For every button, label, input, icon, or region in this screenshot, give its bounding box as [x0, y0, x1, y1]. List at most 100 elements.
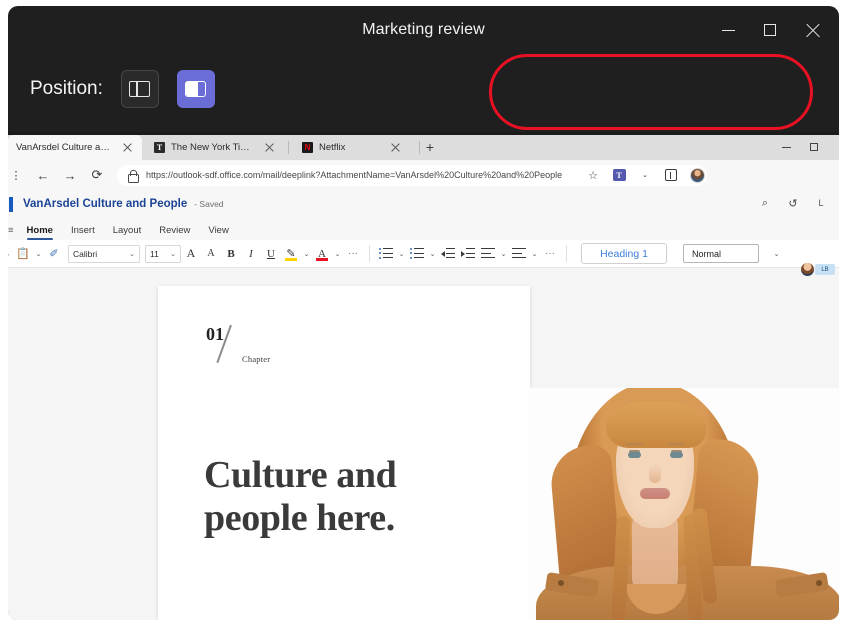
font-name-value: Calibri [73, 249, 97, 259]
style-gallery-heading1[interactable]: Heading 1 [581, 243, 667, 264]
profile-avatar[interactable] [685, 164, 709, 186]
highlight-chevron-down-icon[interactable]: ⌄ [301, 243, 312, 265]
clipboard-chevron-down-icon[interactable]: ⌄ [33, 243, 44, 265]
nyt-icon: T [154, 142, 165, 153]
minimize-button[interactable] [707, 12, 749, 48]
decrease-indent-icon[interactable] [438, 243, 458, 265]
font-size-input[interactable]: 11 ⌄ [145, 245, 181, 263]
collections-icon[interactable] [659, 164, 683, 186]
tab-review[interactable]: Review [150, 225, 199, 240]
presence-badge: LB [815, 264, 835, 275]
url-text: https://outlook-sdf.office.com/mail/deep… [146, 170, 562, 180]
new-tab-button[interactable]: + [422, 140, 438, 156]
bulleted-list-icon[interactable] [376, 243, 396, 265]
version-history-icon[interactable]: ↺ [785, 194, 801, 212]
position-option-fill-left[interactable] [177, 70, 215, 108]
chapter-marker: 01 Chapter [206, 324, 326, 372]
nose-shape [649, 464, 661, 483]
lips-shape [640, 488, 670, 499]
browser-minimize-button[interactable] [773, 136, 799, 158]
grow-font-button[interactable]: A [181, 243, 201, 265]
highlight-pen-icon[interactable]: ✎ [281, 243, 301, 265]
position-label: Position: [30, 78, 103, 100]
font-name-input[interactable]: Calibri ⌄ [68, 245, 140, 263]
numbering-chevron-down-icon[interactable]: ⌄ [427, 243, 438, 265]
lock-icon [127, 170, 138, 181]
hair-bangs-shape [606, 402, 706, 448]
document-title[interactable]: VanArsdel Culture and People [23, 198, 187, 210]
line-spacing-icon[interactable] [509, 243, 529, 265]
font-color-icon[interactable]: A [312, 243, 332, 265]
close-icon[interactable] [121, 141, 134, 154]
position-option-split[interactable] [121, 70, 159, 108]
style-chevron-down-icon[interactable]: ⌄ [771, 243, 782, 265]
tab-title: The New York Times [171, 142, 255, 153]
browser-tab-netflix[interactable]: N Netflix [294, 135, 416, 160]
close-button[interactable] [791, 12, 833, 48]
tab-layout[interactable]: Layout [104, 225, 151, 240]
tab-home[interactable]: Home [18, 225, 62, 240]
avatar [801, 263, 814, 276]
bold-button[interactable]: B [221, 243, 241, 265]
word-header-tools: ⌕ ↺ L [757, 194, 829, 212]
refresh-button[interactable]: ⟳ [85, 163, 109, 187]
font-color-chevron-down-icon[interactable]: ⌄ [332, 243, 343, 265]
participant-video-overlay[interactable] [528, 388, 839, 620]
browser-tabstrip: VanArsdel Culture and peo... T The New Y… [8, 132, 839, 160]
format-painter-icon[interactable]: ✐ [44, 243, 64, 265]
tab-insert[interactable]: Insert [62, 225, 104, 240]
browser-address-bar: ⋮ ← → ⟳ https://outlook-sdf.office.com/m… [8, 160, 839, 190]
browser-tab-vanarsdel[interactable]: VanArsdel Culture and peo... [8, 135, 142, 160]
close-icon[interactable] [263, 141, 276, 154]
tab-view[interactable]: View [199, 225, 237, 240]
clipboard-icon[interactable]: 📋 [13, 243, 33, 265]
document-page[interactable]: 01 Chapter Culture and people here. [158, 286, 530, 620]
close-icon[interactable] [389, 141, 402, 154]
more-paragraph-options-icon[interactable]: ··· [540, 243, 560, 265]
word-ribbon-tabs: ≡ Home Insert Layout Review View [8, 218, 839, 240]
app-menu-icon[interactable]: ⋮ [8, 163, 28, 187]
tab-title: VanArsdel Culture and peo... [16, 142, 113, 153]
numbered-list-icon[interactable] [407, 243, 427, 265]
shirt-button-left [558, 580, 564, 586]
align-chevron-down-icon[interactable]: ⌄ [498, 243, 509, 265]
align-left-icon[interactable] [478, 243, 498, 265]
shrink-font-button[interactable]: A [201, 243, 221, 265]
italic-button[interactable]: I [241, 243, 261, 265]
favorites-star-icon[interactable]: ☆ [581, 164, 605, 186]
eye-right [670, 452, 683, 458]
browser-maximize-button[interactable] [801, 136, 827, 158]
chevron-down-icon: ⌄ [170, 250, 176, 258]
dialog-titlebar: Marketing review [8, 6, 839, 56]
forward-button[interactable]: → [58, 163, 82, 187]
presence-indicator[interactable]: LB [801, 263, 835, 276]
ribbon-overflow-icon[interactable]: ≡ [8, 225, 18, 240]
style-dropdown[interactable]: Normal [683, 244, 759, 263]
ribbon-divider [566, 245, 567, 262]
underline-button[interactable]: U [261, 243, 281, 265]
more-font-options-icon[interactable]: ··· [343, 243, 363, 265]
back-button[interactable]: ← [31, 163, 55, 187]
word-accent-bar [9, 197, 13, 212]
search-icon[interactable]: ⌕ [757, 194, 773, 212]
minimize-icon [722, 30, 735, 31]
browser-tab-nyt[interactable]: T The New York Times [146, 135, 284, 160]
font-size-value: 11 [150, 249, 159, 259]
word-app-header: VanArsdel Culture and People - Saved ⌕ ↺… [8, 190, 839, 218]
split-pane-icon [129, 81, 150, 97]
tab-title: Netflix [319, 142, 381, 153]
partial-label-icon: L [813, 194, 829, 212]
chevron-down-icon: ⌄ [129, 250, 135, 258]
line-spacing-chevron-down-icon[interactable]: ⌄ [529, 243, 540, 265]
teams-icon[interactable]: T [607, 164, 631, 186]
maximize-button[interactable] [749, 12, 791, 48]
maximize-icon [810, 143, 818, 151]
fill-left-pane-icon [185, 81, 206, 97]
teams-chevron-down-icon[interactable]: ⌄ [633, 164, 657, 186]
browser-window-controls [773, 136, 827, 158]
netflix-icon: N [302, 142, 313, 153]
increase-indent-icon[interactable] [458, 243, 478, 265]
tab-divider [288, 141, 289, 154]
dialog-window-controls [707, 12, 833, 48]
bullets-chevron-down-icon[interactable]: ⌄ [396, 243, 407, 265]
